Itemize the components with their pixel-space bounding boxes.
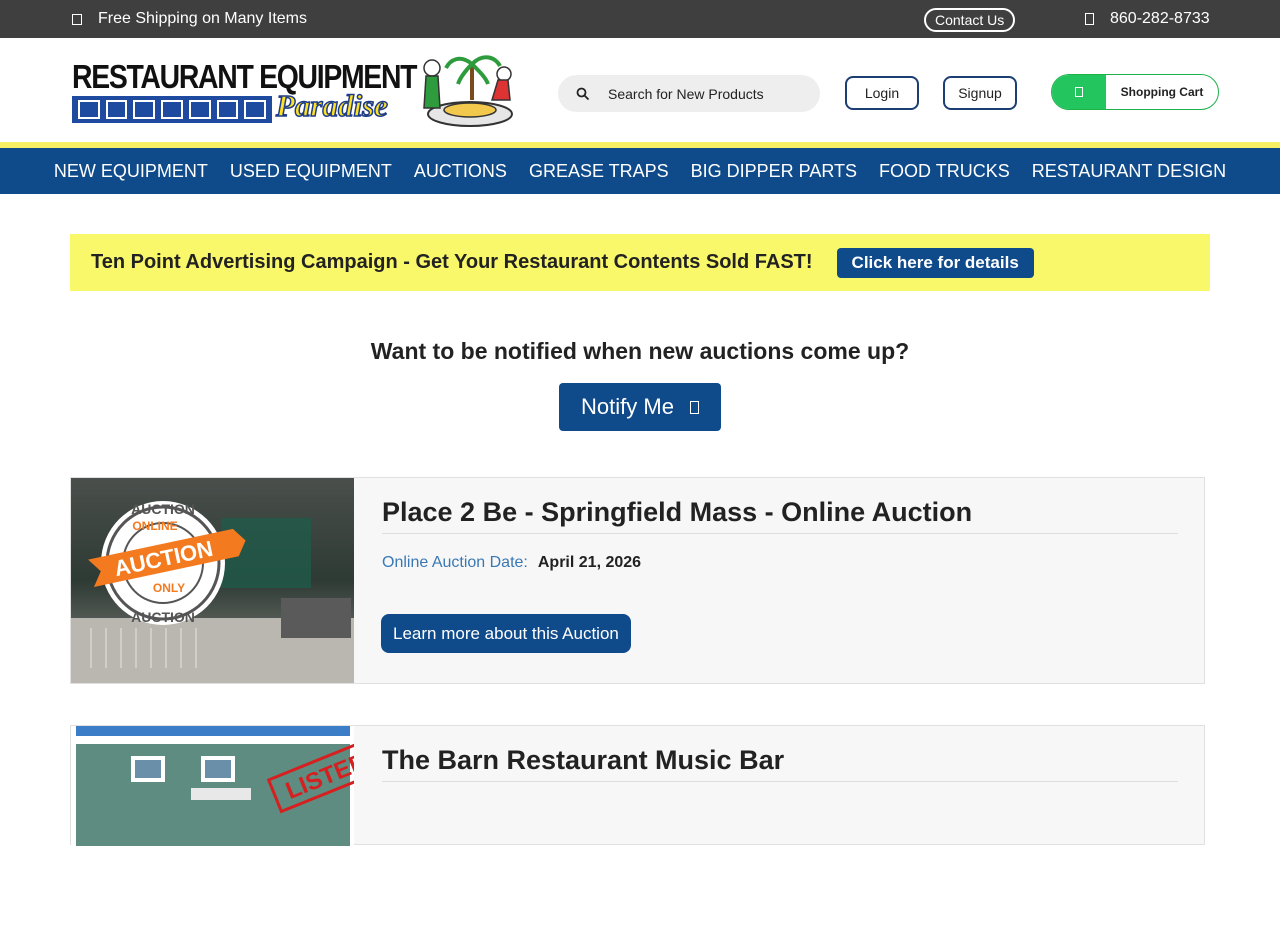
logo-chefs-illustration — [423, 55, 513, 127]
free-shipping-text: Free Shipping on Many Items — [98, 10, 307, 27]
phone-icon — [1085, 13, 1094, 25]
auction-card: AUCTION AUCTION AUCTION ONLINE ONLY Plac… — [70, 477, 1205, 684]
logo-text-line2: Paradise — [275, 87, 388, 124]
nav-item-big-dipper-parts[interactable]: BIG DIPPER PARTS — [691, 161, 857, 182]
badge-auction-bottom: AUCTION — [131, 609, 195, 625]
promo-banner: Ten Point Advertising Campaign - Get You… — [70, 234, 1210, 291]
auction-date-value: April 21, 2026 — [537, 554, 642, 571]
promo-text: Ten Point Advertising Campaign - Get You… — [91, 251, 813, 273]
badge-auction-top: AUCTION — [131, 501, 195, 517]
site-header: RESTAURANT EQUIPMENT Paradise Search for… — [0, 38, 1280, 142]
search-input[interactable]: Search for New Products — [558, 75, 820, 112]
auction-title[interactable]: The Barn Restaurant Music Bar — [382, 745, 784, 776]
notify-me-button[interactable]: Notify Me — [559, 383, 721, 431]
auction-date-label: Online Auction Date: — [382, 554, 528, 571]
divider — [382, 533, 1178, 534]
signup-button[interactable]: Signup — [943, 76, 1017, 110]
phone-number[interactable]: 860-282-8733 — [1085, 10, 1210, 28]
cart-icon-container — [1052, 75, 1106, 109]
truck-icon — [72, 13, 82, 25]
site-logo[interactable]: RESTAURANT EQUIPMENT Paradise — [70, 50, 520, 132]
auction-photo: AUCTION AUCTION AUCTION ONLINE ONLY — [71, 478, 354, 683]
nav-item-food-trucks[interactable]: FOOD TRUCKS — [879, 161, 1010, 182]
logo-equipment-strip — [72, 96, 272, 123]
auction-title[interactable]: Place 2 Be - Springfield Mass - Online A… — [382, 497, 972, 528]
login-button[interactable]: Login — [845, 76, 919, 110]
nav-item-grease-traps[interactable]: GREASE TRAPS — [529, 161, 669, 182]
nav-item-auctions[interactable]: AUCTIONS — [414, 161, 507, 182]
notify-question: Want to be notified when new auctions co… — [370, 338, 910, 364]
top-bar: Free Shipping on Many Items Contact Us 8… — [0, 0, 1280, 38]
cart-icon — [1075, 87, 1083, 97]
search-placeholder: Search for New Products — [608, 85, 764, 102]
contact-us-button[interactable]: Contact Us — [924, 8, 1016, 32]
shopping-cart-label: Shopping Cart — [1120, 85, 1204, 99]
nav-item-new-equipment[interactable]: NEW EQUIPMENT — [54, 161, 208, 182]
free-shipping-notice: Free Shipping on Many Items — [72, 10, 307, 28]
auction-image[interactable]: LISTED — [71, 726, 354, 931]
promo-details-button[interactable]: Click here for details — [836, 247, 1034, 278]
nav-item-restaurant-design[interactable]: RESTAURANT DESIGN — [1032, 161, 1226, 182]
auction-image[interactable]: AUCTION AUCTION AUCTION ONLINE ONLY — [71, 478, 354, 683]
auction-date: Online Auction Date: April 21, 2026 — [382, 554, 641, 572]
bell-icon — [689, 400, 699, 414]
auction-photo: LISTED — [71, 726, 354, 846]
shopping-cart-button[interactable]: Shopping Cart — [1051, 74, 1219, 110]
phone-number-text: 860-282-8733 — [1110, 10, 1210, 27]
auction-card: LISTED The Barn Restaurant Music Bar — [70, 725, 1205, 846]
nav-item-used-equipment[interactable]: USED EQUIPMENT — [230, 161, 392, 182]
search-icon — [576, 87, 590, 100]
learn-more-button[interactable]: Learn more about this Auction — [381, 614, 631, 653]
main-nav: NEW EQUIPMENT USED EQUIPMENT AUCTIONS GR… — [0, 148, 1280, 194]
notify-me-label: Notify Me — [581, 394, 674, 419]
badge-online: ONLINE — [132, 519, 177, 533]
divider — [382, 781, 1178, 782]
badge-only: ONLY — [153, 581, 185, 595]
